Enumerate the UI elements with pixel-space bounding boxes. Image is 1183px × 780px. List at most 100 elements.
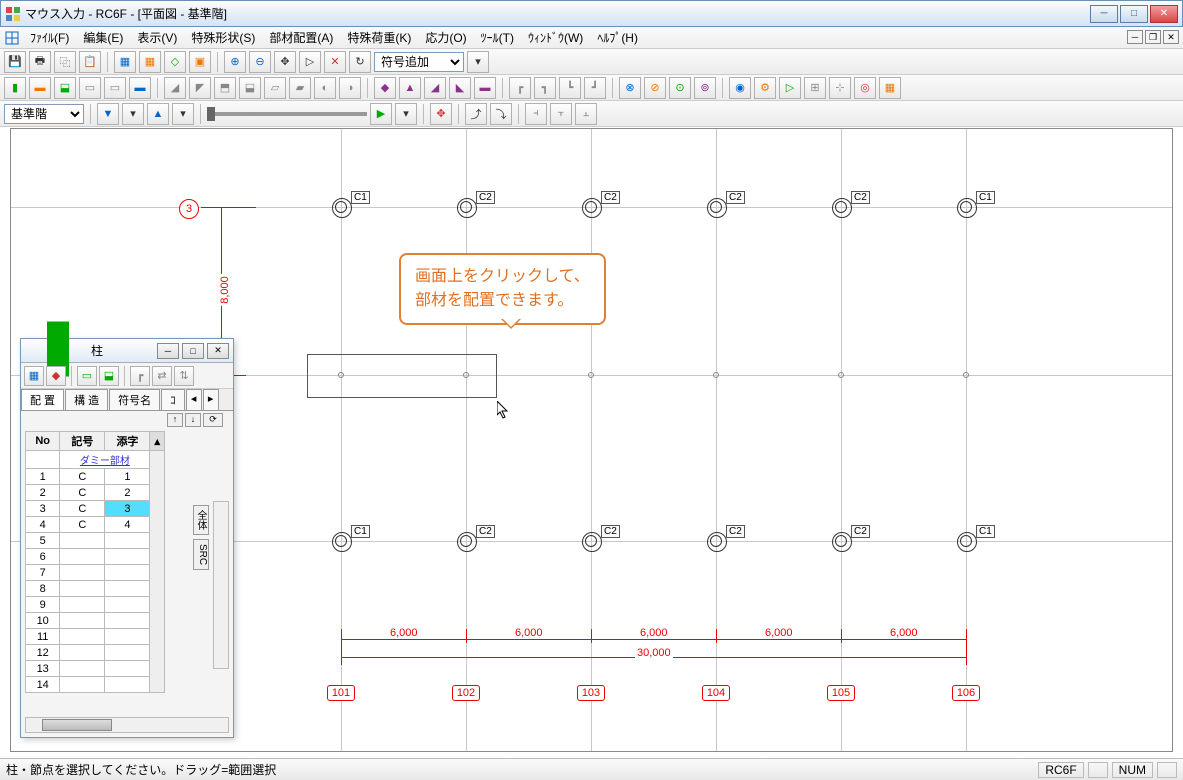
table-row[interactable]: 13 [26,661,165,677]
load4-button[interactable]: ⊚ [694,77,716,99]
node-marker[interactable] [963,372,969,378]
node-marker[interactable] [713,372,719,378]
toolwin-maximize-button[interactable]: □ [182,343,204,359]
tw-btn1[interactable]: ▦ [24,366,44,386]
table-row[interactable]: 4C4 [26,517,165,533]
column-marker[interactable] [335,535,347,547]
node-marker[interactable] [588,372,594,378]
l2-button[interactable]: ┓ [534,77,556,99]
column-marker[interactable] [335,201,347,213]
tab-more[interactable]: ｺ [161,389,185,410]
grid2-button[interactable]: ▦ [139,51,161,73]
refresh-button[interactable]: ↻ [349,51,371,73]
column-marker[interactable] [835,201,847,213]
column-button[interactable]: ▮ [4,77,26,99]
ext1-button[interactable]: ⫞ [525,103,547,125]
tab-mark[interactable]: 符号名 [109,389,160,410]
close-button[interactable]: ✕ [1150,5,1178,23]
table-row[interactable]: 1C1 [26,469,165,485]
th-no[interactable]: No [26,432,60,451]
beam-i-button[interactable]: ▭ [79,77,101,99]
column-marker[interactable] [585,201,597,213]
tab-place[interactable]: 配 置 [21,389,64,410]
load-button[interactable]: ⊗ [619,77,641,99]
down-menu-button[interactable]: ▾ [122,103,144,125]
shape10-button[interactable]: ▲ [399,77,421,99]
column-marker[interactable] [460,201,472,213]
shape4-button[interactable]: ⬓ [239,77,261,99]
sort-desc-button[interactable]: ↓ [185,413,201,427]
column-marker[interactable] [960,201,972,213]
combo-action-button[interactable]: ▾ [467,51,489,73]
misc1-button[interactable]: ◉ [729,77,751,99]
column-marker[interactable] [835,535,847,547]
3d-button[interactable]: ▣ [189,51,211,73]
tw-btn7[interactable]: ⇅ [174,366,194,386]
menu-view[interactable]: 表示(V) [131,27,183,48]
tab-left[interactable]: ◂ [186,389,202,410]
column-marker[interactable] [460,535,472,547]
shape9-button[interactable]: ◆ [374,77,396,99]
menu-window[interactable]: ｳｨﾝﾄﾞｳ(W) [522,27,589,48]
table-row[interactable]: 14 [26,677,165,693]
misc4-button[interactable]: ⊞ [804,77,826,99]
slider-thumb[interactable] [207,107,215,121]
sort-asc-button[interactable]: ↑ [167,413,183,427]
shape7-button[interactable]: ◐ [314,77,336,99]
tab-structure[interactable]: 構 造 [65,389,108,410]
load2-button[interactable]: ⊘ [644,77,666,99]
maximize-button[interactable]: □ [1120,5,1148,23]
zoom-out-button[interactable]: ⊖ [249,51,271,73]
table-row[interactable]: 5 [26,533,165,549]
minimize-button[interactable]: ─ [1090,5,1118,23]
table-row[interactable]: 11 [26,629,165,645]
load3-button[interactable]: ⊙ [669,77,691,99]
zoom-in-button[interactable]: ⊕ [224,51,246,73]
table-row[interactable]: 7 [26,565,165,581]
play-menu-button[interactable]: ▾ [395,103,417,125]
slab-button[interactable]: ▬ [129,77,151,99]
menu-edit[interactable]: 編集(E) [77,27,129,48]
menu-stress[interactable]: 応力(O) [419,27,472,48]
l1-button[interactable]: ┏ [509,77,531,99]
up-button[interactable]: ▲ [147,103,169,125]
table-row[interactable]: 9 [26,597,165,613]
th-suf[interactable]: 添字 [105,432,150,451]
tw-btn2[interactable]: ◆ [46,366,66,386]
grid-button[interactable]: ▦ [114,51,136,73]
table-row[interactable]: 2C2 [26,485,165,501]
pan-button[interactable]: ✥ [274,51,296,73]
mode-combo[interactable]: 符号追加 [374,52,464,72]
print-button[interactable]: 🖶 [29,51,51,73]
slider-track[interactable] [207,112,367,116]
shape2-button[interactable]: ◤ [189,77,211,99]
delete-button[interactable]: ✕ [324,51,346,73]
menu-special-load[interactable]: 特殊荷重(K) [341,27,417,48]
dummy-row[interactable]: ダミー部材 [60,451,150,469]
misc2-button[interactable]: ⚙ [754,77,776,99]
anchor-bot-button[interactable]: ⤵ [490,103,512,125]
menu-file[interactable]: ﾌｧｲﾙ(F) [24,27,75,48]
table-row[interactable]: 3C3 [26,501,165,517]
paste-button[interactable]: 📋 [79,51,101,73]
vtab-src[interactable]: SRC [193,539,209,570]
shape11-button[interactable]: ◢ [424,77,446,99]
sort-reset-button[interactable]: ⟳ [203,413,223,427]
table-row[interactable]: 8 [26,581,165,597]
shape3-button[interactable]: ⬒ [214,77,236,99]
move-button[interactable]: ✥ [430,103,452,125]
down-button[interactable]: ▼ [97,103,119,125]
hscroll-thumb[interactable] [42,719,112,731]
toolwin-vscroll[interactable] [213,501,229,669]
shape5-button[interactable]: ▱ [264,77,286,99]
up-menu-button[interactable]: ▾ [172,103,194,125]
tw-btn4[interactable]: ⬓ [99,366,119,386]
table-row[interactable]: 12 [26,645,165,661]
column-marker[interactable] [585,535,597,547]
shape8-button[interactable]: ◑ [339,77,361,99]
misc7-button[interactable]: ▦ [879,77,901,99]
ext2-button[interactable]: ⫟ [550,103,572,125]
misc3-button[interactable]: ▷ [779,77,801,99]
menu-help[interactable]: ﾍﾙﾌﾟ(H) [591,27,644,48]
misc6-button[interactable]: ◎ [854,77,876,99]
